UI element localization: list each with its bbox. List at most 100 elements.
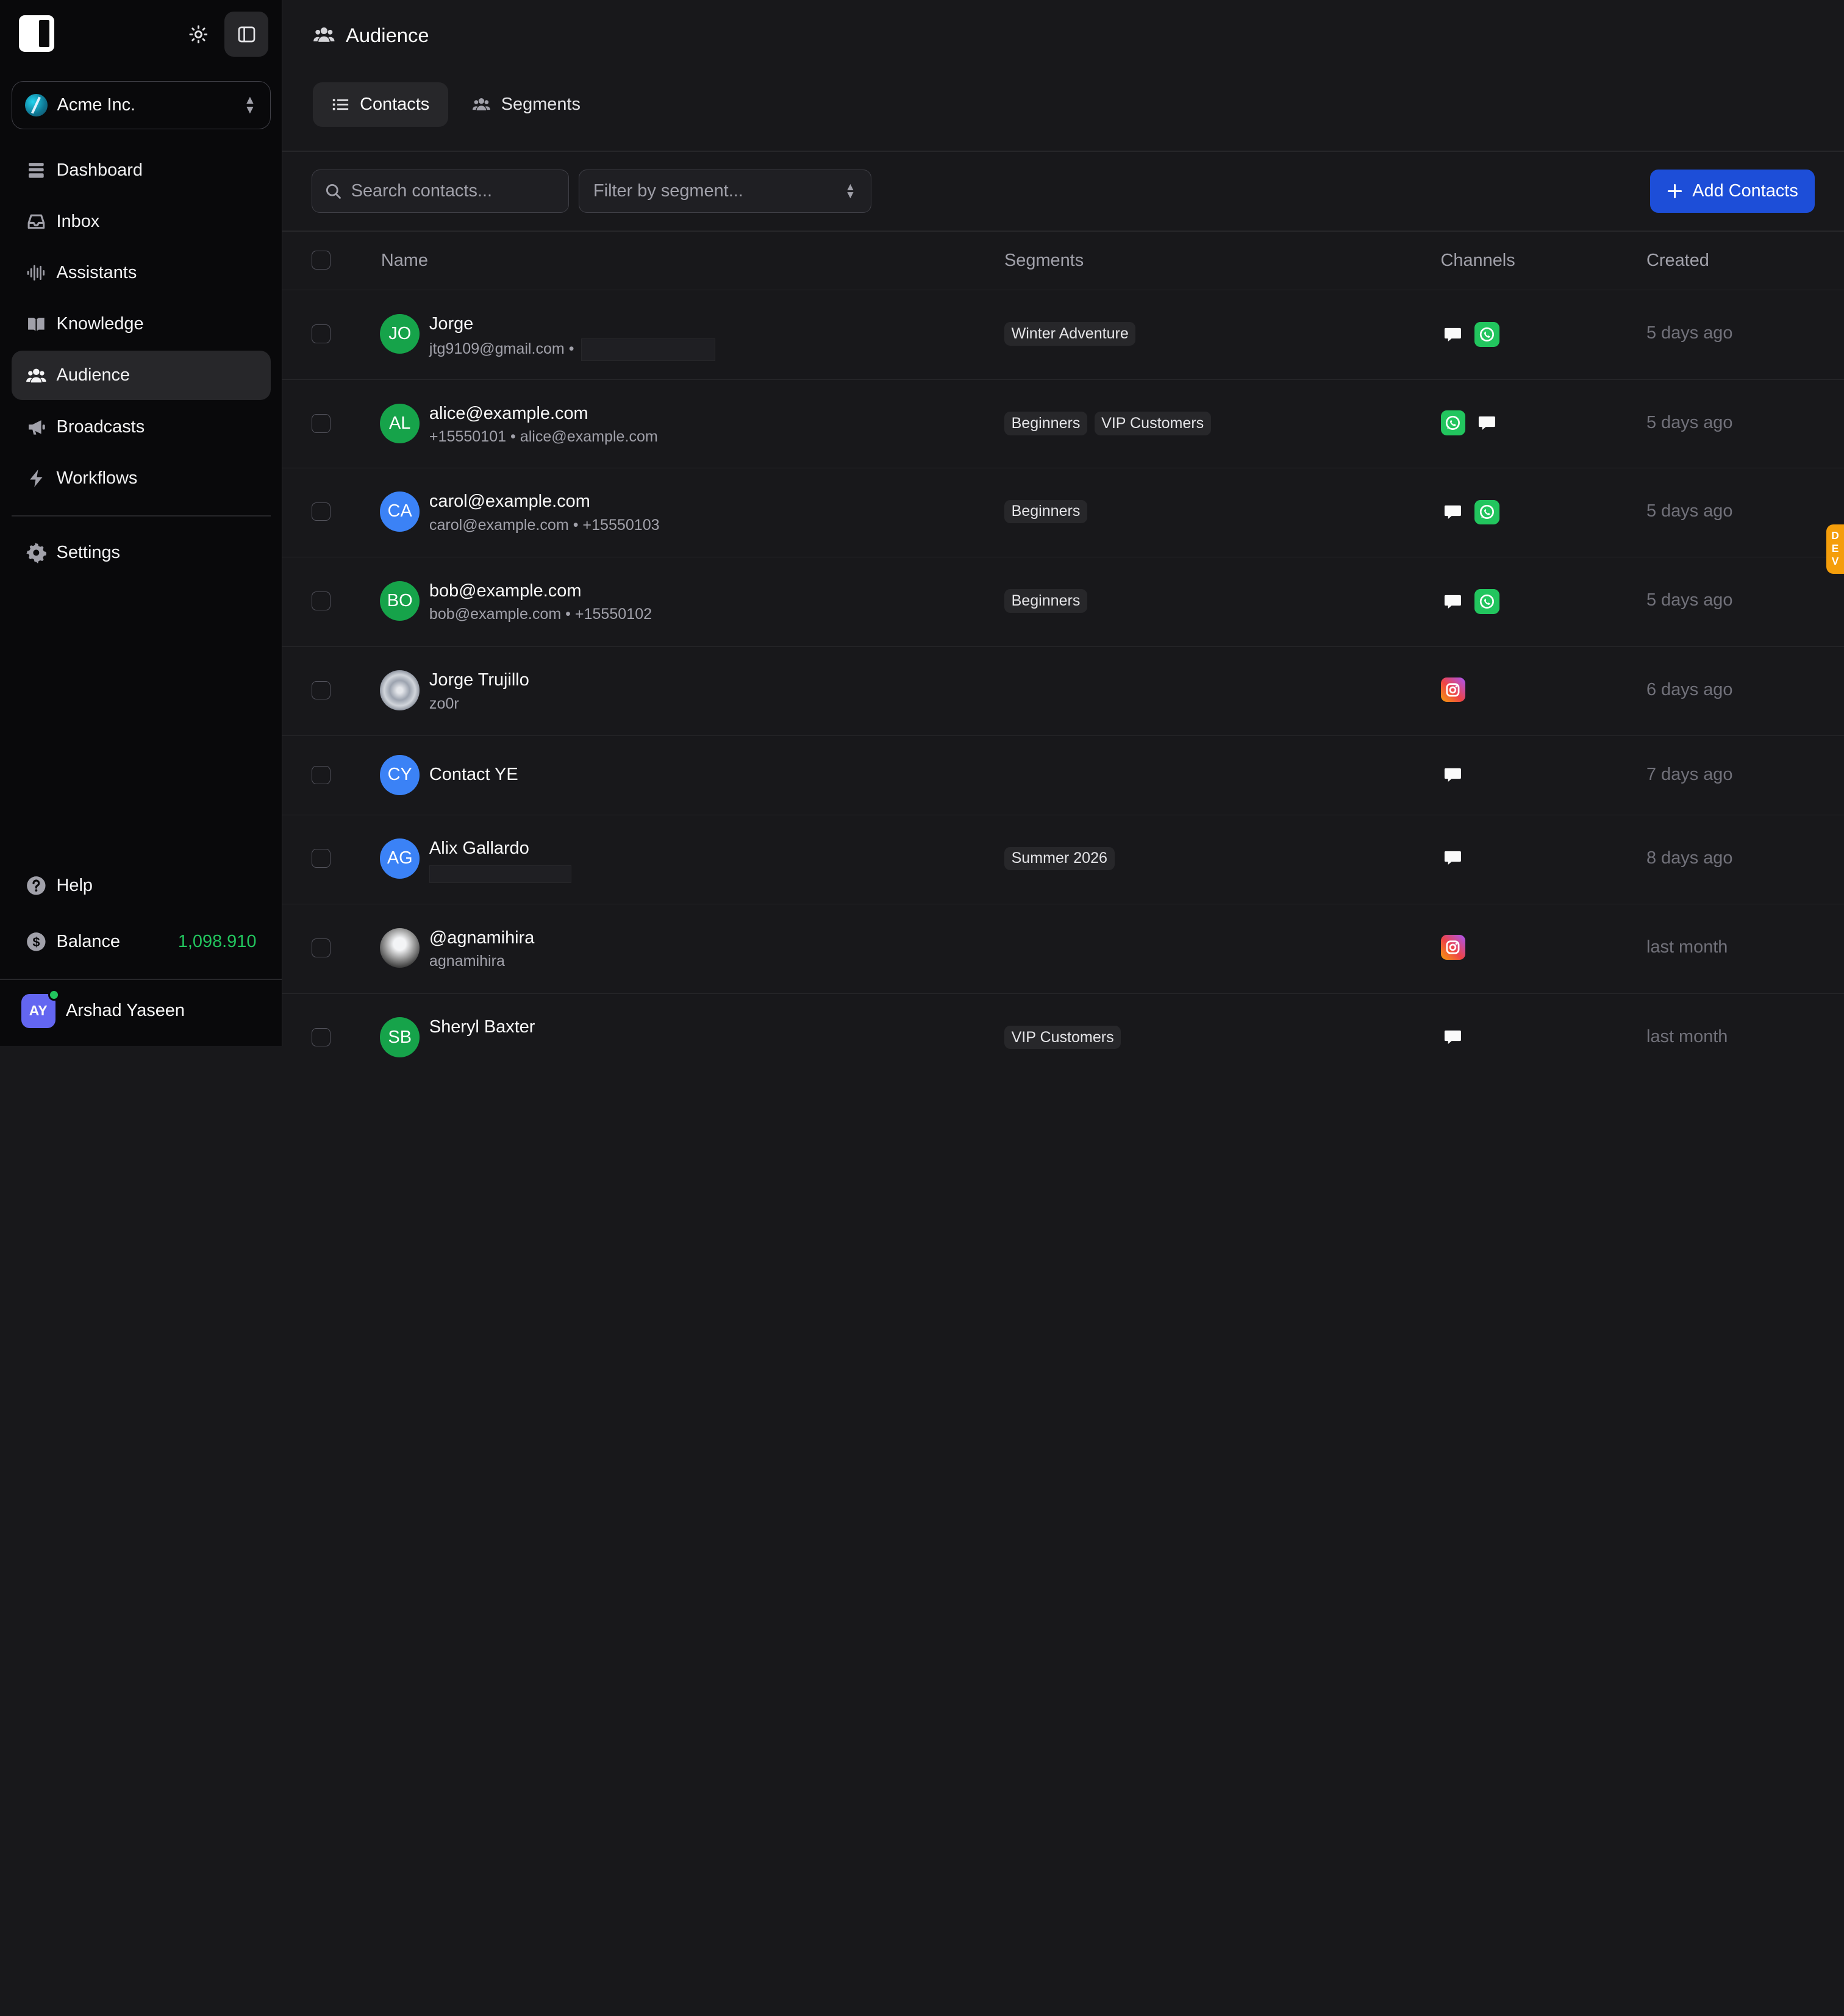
theme-toggle-button[interactable]: [176, 12, 220, 56]
avatar: SB: [379, 1017, 420, 1057]
user-menu[interactable]: AY Arshad Yaseen: [21, 988, 185, 1028]
column-header-channels: Channels: [1440, 250, 1515, 270]
created-date: 7 days ago: [1646, 764, 1733, 784]
table-row[interactable]: AG Alix Gallardo Summer 2026 8 days ago: [282, 815, 1844, 905]
table-row[interactable]: BO bob@example.com bob@example.com • +15…: [282, 557, 1844, 647]
row-checkbox[interactable]: [312, 681, 331, 700]
org-switcher[interactable]: Acme Inc. ▲ ▼: [12, 81, 271, 130]
panel-left-icon: [237, 25, 256, 44]
help-circle-icon: [24, 874, 48, 898]
table-header: Name Segments Channels Created: [282, 232, 1844, 291]
contact-name: Contact YE: [429, 764, 518, 784]
segment-tag: VIP Customers: [1004, 1025, 1121, 1049]
table-row[interactable]: CA carol@example.com carol@example.com •…: [282, 468, 1844, 558]
sidebar-item-dashboard[interactable]: Dashboard: [12, 146, 270, 195]
channel-icons: [1441, 1024, 1475, 1049]
contact-name: Jorge Trujillo: [429, 670, 529, 690]
table-row[interactable]: CY Contact YE 7 days ago: [282, 736, 1844, 815]
chat-icon: [1441, 1024, 1466, 1049]
sidebar-item-label: Settings: [56, 542, 120, 562]
table-row[interactable]: SB Sheryl Baxter VIP Customers last mont…: [282, 994, 1844, 1057]
channel-icons: [1440, 677, 1475, 702]
table-row[interactable]: AL alice@example.com +15550101 • alice@e…: [282, 380, 1844, 468]
instagram-icon: [1440, 677, 1466, 702]
column-header-name[interactable]: Name: [381, 251, 428, 271]
sidebar-item-help[interactable]: Help: [12, 861, 270, 910]
app-logo[interactable]: [18, 15, 54, 52]
inbox-icon: [24, 210, 48, 234]
page-title: Audience: [345, 23, 429, 46]
row-checkbox[interactable]: [312, 938, 331, 957]
channel-icons: [1441, 322, 1509, 347]
channel-icons: [1440, 935, 1475, 960]
segment-tag: VIP Customers: [1094, 412, 1211, 435]
zap-icon: [24, 466, 48, 490]
sidebar-item-label: Workflows: [56, 468, 138, 488]
users-icon: [472, 95, 491, 114]
segment-tag: Winter Adventure: [1004, 322, 1136, 346]
sidebar-item-workflows[interactable]: Workflows: [12, 454, 270, 503]
created-date: last month: [1646, 937, 1728, 957]
chat-icon: [1441, 846, 1466, 871]
chevrons-up-down-icon: ▲ ▼: [244, 94, 256, 116]
plus-icon: [1667, 183, 1683, 199]
segment-tags: Winter Adventure: [1004, 322, 1143, 346]
tab-segments[interactable]: Segments: [453, 82, 599, 127]
table-row[interactable]: Jorge Trujillo zo0r 6 days ago: [282, 647, 1844, 737]
tab-contacts[interactable]: Contacts: [313, 82, 449, 127]
user-name: Arshad Yaseen: [65, 1001, 185, 1021]
contact-details: agnamihira: [429, 953, 505, 970]
search-box: [312, 169, 570, 213]
balance-display: $ Balance 1,098.910: [12, 917, 270, 967]
row-checkbox[interactable]: [312, 324, 331, 344]
row-checkbox[interactable]: [312, 765, 331, 785]
channel-icons: [1441, 762, 1475, 787]
avatar: [379, 670, 420, 710]
chevrons-up-down-icon: ▲ ▼: [845, 180, 856, 201]
segment-tags: Beginners: [1004, 499, 1095, 524]
row-checkbox[interactable]: [312, 592, 331, 610]
sidebar-item-broadcasts[interactable]: Broadcasts: [12, 402, 270, 452]
created-date: 5 days ago: [1646, 323, 1733, 343]
sidebar-toggle-button[interactable]: [224, 12, 268, 57]
segment-tag: Summer 2026: [1004, 846, 1115, 871]
row-checkbox[interactable]: [312, 502, 331, 521]
avatar: AG: [379, 838, 420, 879]
row-checkbox[interactable]: [312, 413, 331, 433]
segment-tag: Beginners: [1004, 589, 1087, 613]
column-header-segments: Segments: [1004, 250, 1084, 270]
search-input[interactable]: [351, 181, 551, 201]
segment-tag: Beginners: [1004, 412, 1087, 435]
created-date: 5 days ago: [1646, 590, 1733, 610]
layers-icon: [24, 159, 48, 182]
contact-name: carol@example.com: [429, 491, 590, 512]
sidebar-item-assistants[interactable]: Assistants: [12, 248, 270, 298]
balance-value: 1,098.910: [177, 932, 257, 952]
dev-badge[interactable]: DEV: [1826, 524, 1844, 574]
sidebar-item-audience[interactable]: Audience: [12, 351, 271, 401]
sidebar-item-inbox[interactable]: Inbox: [12, 197, 270, 246]
redacted-field: [581, 338, 715, 362]
created-date: last month: [1646, 1026, 1728, 1046]
chat-icon: [1441, 322, 1466, 347]
sidebar-item-label: Knowledge: [56, 314, 144, 334]
row-checkbox[interactable]: [312, 849, 331, 868]
segment-tags: Beginners VIP Customers: [1004, 412, 1218, 435]
table-row[interactable]: @agnamihira agnamihira last month: [282, 904, 1844, 994]
audio-waveform-icon: [24, 262, 48, 285]
page-header: Audience: [313, 24, 429, 47]
sidebar-item-settings[interactable]: Settings: [12, 528, 270, 577]
segment-filter-select[interactable]: Filter by segment... ▲ ▼: [578, 169, 872, 213]
column-header-created[interactable]: Created: [1646, 251, 1709, 271]
instagram-icon: [1440, 935, 1466, 960]
avatar: AY: [21, 988, 60, 1028]
sidebar-item-knowledge[interactable]: Knowledge: [12, 299, 270, 349]
channel-icons: [1440, 410, 1509, 435]
add-contacts-button[interactable]: Add Contacts: [1649, 169, 1815, 213]
table-row[interactable]: JO Jorge jtg9109@gmail.com • Winter Adve…: [282, 290, 1844, 380]
avatar: [379, 928, 420, 968]
avatar: CY: [379, 755, 420, 795]
created-date: 8 days ago: [1646, 848, 1733, 868]
select-all-checkbox[interactable]: [312, 250, 331, 270]
row-checkbox[interactable]: [312, 1028, 331, 1047]
